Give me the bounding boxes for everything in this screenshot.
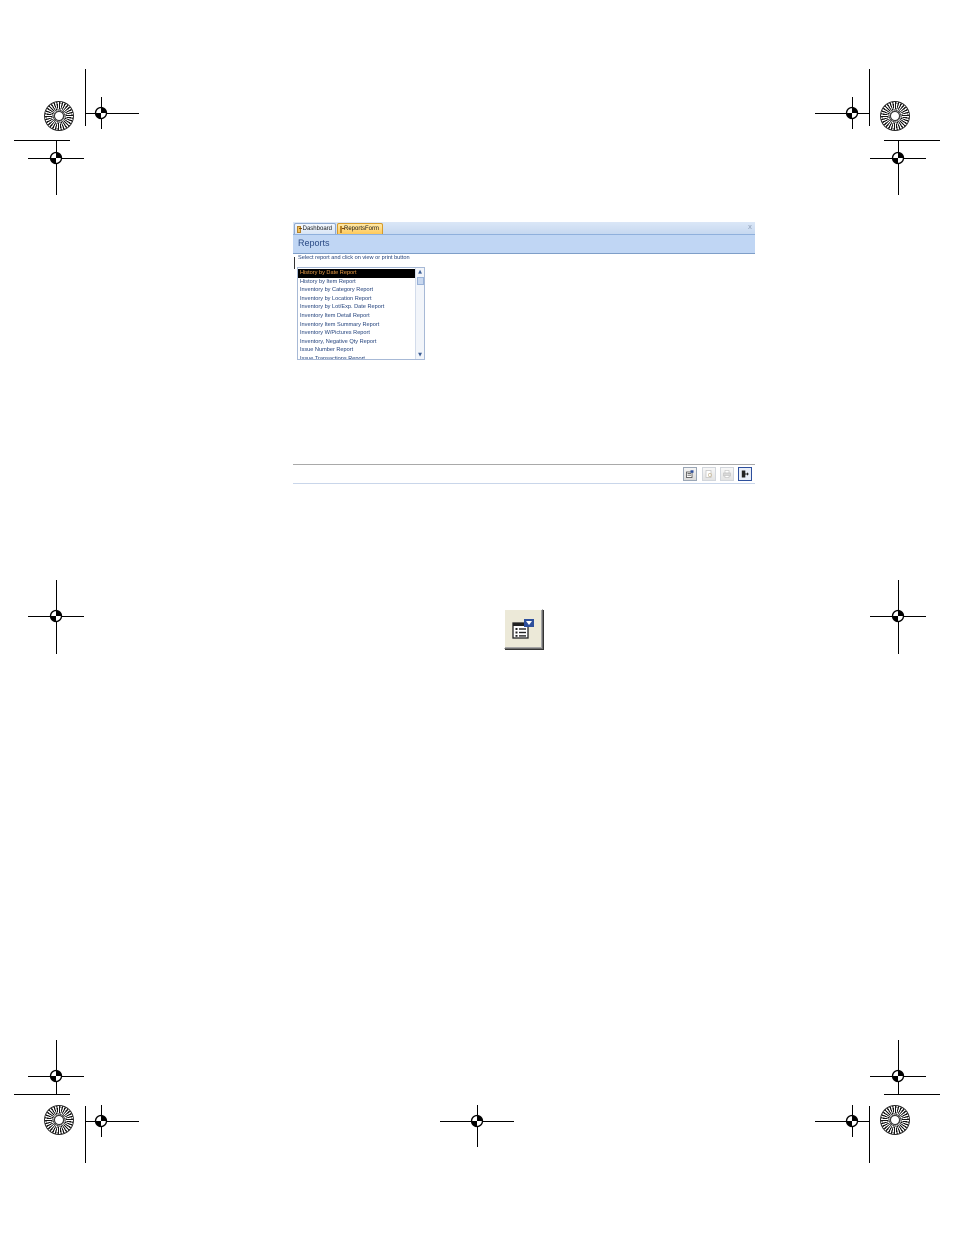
scroll-thumb[interactable] bbox=[417, 277, 424, 285]
close-icon[interactable]: x bbox=[748, 223, 752, 232]
footer-divider bbox=[293, 464, 755, 465]
list-item[interactable]: Inventory W/Pictures Report bbox=[298, 329, 417, 338]
preview-icon bbox=[705, 470, 712, 478]
exit-door-icon bbox=[741, 470, 749, 478]
listbox-scrollbar[interactable]: ▲ ▼ bbox=[415, 268, 424, 359]
report-listbox[interactable]: History by Date Report History by Item Re… bbox=[297, 267, 425, 360]
printer-icon bbox=[723, 470, 731, 478]
exit-button[interactable] bbox=[738, 467, 752, 481]
preview-button[interactable] bbox=[702, 467, 716, 481]
list-item[interactable]: Issue Number Report bbox=[298, 346, 417, 355]
list-item[interactable]: Inventory by Lot/Exp. Date Report bbox=[298, 303, 417, 312]
tab-reports-form[interactable]: ReportsForm bbox=[337, 223, 383, 234]
footer-edge bbox=[293, 483, 755, 484]
form-icon bbox=[297, 225, 302, 233]
report-properties-icon bbox=[686, 470, 694, 478]
scroll-down-icon[interactable]: ▼ bbox=[416, 351, 424, 359]
report-properties-button[interactable] bbox=[683, 467, 697, 481]
focus-indicator bbox=[294, 257, 295, 269]
report-properties-icon bbox=[512, 619, 534, 639]
registration-sunburst-icon bbox=[881, 102, 909, 130]
registration-sunburst-icon bbox=[881, 1106, 909, 1134]
registration-target-icon bbox=[891, 151, 905, 165]
registration-target-icon bbox=[891, 1069, 905, 1083]
form-icon bbox=[340, 225, 345, 233]
list-item[interactable]: Inventory, Negative Qty Report bbox=[298, 338, 417, 347]
registration-sunburst-icon bbox=[45, 1106, 73, 1134]
print-button[interactable] bbox=[720, 467, 734, 481]
form-header: Reports bbox=[293, 235, 755, 254]
registration-target-icon bbox=[94, 106, 108, 120]
list-item[interactable]: Inventory Item Detail Report bbox=[298, 312, 417, 321]
registration-target-icon bbox=[470, 1114, 484, 1128]
form-title: Reports bbox=[298, 238, 330, 248]
registration-target-icon bbox=[49, 151, 63, 165]
list-item[interactable]: History by Date Report bbox=[298, 269, 417, 278]
list-item[interactable]: Inventory Item Summary Report bbox=[298, 321, 417, 330]
scroll-up-icon[interactable]: ▲ bbox=[416, 268, 424, 276]
document-tab-bar: Dashboard ReportsForm x bbox=[293, 222, 755, 235]
registration-target-icon bbox=[49, 1069, 63, 1083]
report-list: History by Date Report History by Item Re… bbox=[298, 269, 417, 359]
tab-label: ReportsForm bbox=[344, 226, 380, 232]
registration-target-icon bbox=[845, 106, 859, 120]
tab-label: Dashboard bbox=[302, 226, 332, 232]
report-properties-button-enlarged bbox=[504, 609, 543, 649]
list-item[interactable]: Inventory by Location Report bbox=[298, 295, 417, 304]
registration-target-icon bbox=[94, 1114, 108, 1128]
registration-sunburst-icon bbox=[45, 102, 73, 130]
list-item[interactable]: History by Item Report bbox=[298, 278, 417, 287]
instruction-label: Select report and click on view or print… bbox=[298, 255, 410, 261]
list-item[interactable]: Inventory by Category Report bbox=[298, 286, 417, 295]
registration-target-icon bbox=[845, 1114, 859, 1128]
reports-form-window: Dashboard ReportsForm x Reports Select r… bbox=[293, 222, 755, 484]
registration-target-icon bbox=[49, 609, 63, 623]
tab-dashboard[interactable]: Dashboard bbox=[294, 223, 336, 234]
list-item[interactable]: Issue Transactions Report bbox=[298, 355, 417, 359]
registration-target-icon bbox=[891, 609, 905, 623]
